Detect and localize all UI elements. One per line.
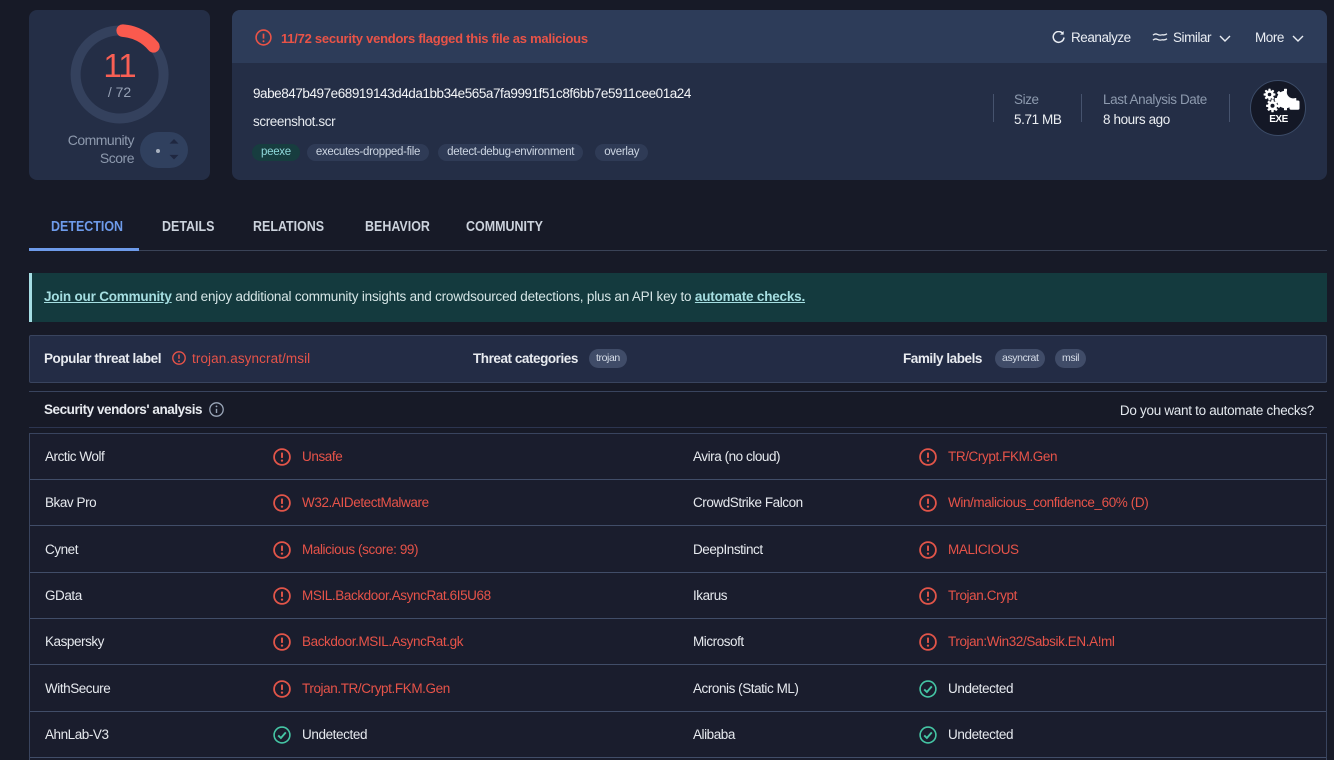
svg-text:EXE: EXE [1269, 114, 1288, 125]
